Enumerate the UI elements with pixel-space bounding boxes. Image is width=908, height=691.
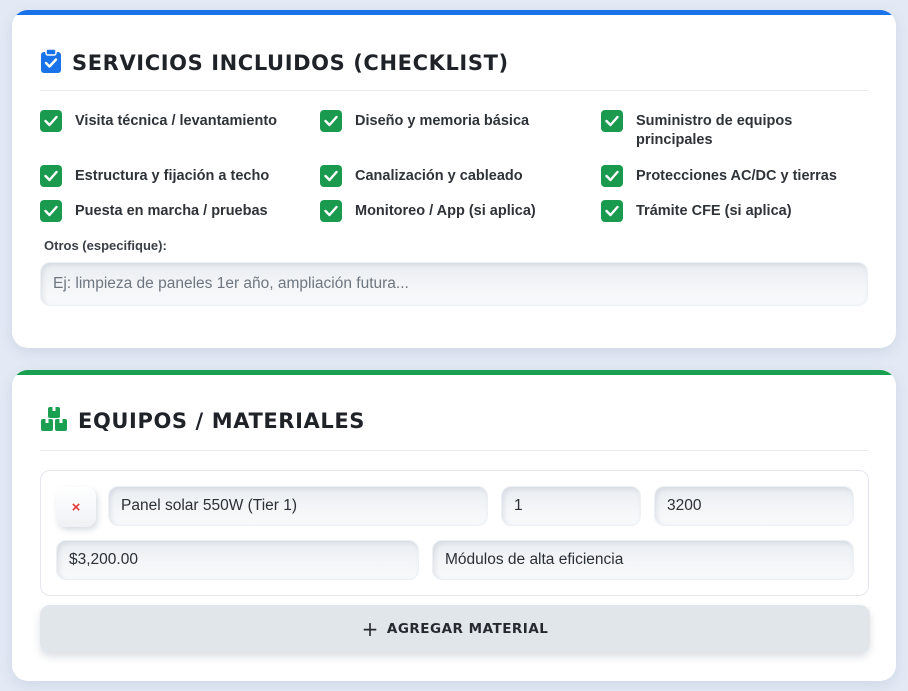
material-total-field[interactable]: $3,200.00 [56, 540, 419, 580]
service-label: Estructura y fijación a techo [75, 168, 270, 184]
checkbox-checked-icon[interactable] [320, 110, 342, 132]
material-quantity-input[interactable]: 1 [501, 486, 641, 526]
others-input[interactable]: Ej: limpieza de paneles 1er año, ampliac… [40, 262, 868, 306]
material-row: × Panel solar 550W (Tier 1) 1 3200 $3,20… [40, 470, 869, 596]
service-tramite-cfe[interactable]: Trámite CFE (si aplica) [601, 200, 861, 222]
checkbox-checked-icon[interactable] [320, 200, 342, 222]
material-notes-input[interactable]: Módulos de alta eficiencia [432, 540, 854, 580]
service-visita-tecnica[interactable]: Visita técnica / levantamiento [40, 110, 300, 132]
add-material-label: AGREGAR MATERIAL [386, 621, 549, 637]
checkbox-checked-icon[interactable] [601, 200, 623, 222]
checkbox-checked-icon[interactable] [601, 110, 623, 132]
service-protecciones[interactable]: Protecciones AC/DC y tierras [601, 165, 871, 187]
checkbox-checked-icon[interactable] [40, 200, 62, 222]
materials-header: EQUIPOS / MATERIALES [40, 402, 868, 451]
materials-card: EQUIPOS / MATERIALES × Panel solar 550W … [12, 370, 896, 681]
add-material-button[interactable]: + AGREGAR MATERIAL [40, 605, 870, 653]
clipboard-check-icon [40, 47, 62, 79]
checkbox-checked-icon[interactable] [40, 165, 62, 187]
service-canalizacion[interactable]: Canalización y cableado [320, 165, 580, 187]
service-label: Monitoreo / App (si aplica) [355, 203, 536, 219]
services-accent-bar [12, 10, 896, 15]
plus-icon: + [361, 617, 379, 641]
materials-title: EQUIPOS / MATERIALES [78, 409, 365, 433]
remove-material-button[interactable]: × [56, 487, 96, 527]
service-monitoreo[interactable]: Monitoreo / App (si aplica) [320, 200, 580, 222]
service-puesta-en-marcha[interactable]: Puesta en marcha / pruebas [40, 200, 300, 222]
checkbox-checked-icon[interactable] [40, 110, 62, 132]
service-label: Visita técnica / levantamiento [75, 113, 278, 129]
service-label: Protecciones AC/DC y tierras [636, 168, 837, 184]
service-label: Suministro de equipos principales [636, 113, 793, 148]
services-title: SERVICIOS INCLUIDOS (CHECKLIST) [72, 51, 509, 75]
materials-accent-bar [12, 370, 896, 375]
material-unit-price-input[interactable]: 3200 [654, 486, 854, 526]
service-label: Diseño y memoria básica [355, 113, 530, 129]
checkbox-checked-icon[interactable] [320, 165, 342, 187]
services-card: SERVICIOS INCLUIDOS (CHECKLIST) Visita t… [12, 10, 896, 348]
service-suministro[interactable]: Suministro de equipos principales [601, 110, 841, 150]
service-estructura[interactable]: Estructura y fijación a techo [40, 165, 300, 187]
service-label: Canalización y cableado [355, 168, 523, 184]
others-label: Otros (especifique): [44, 238, 167, 253]
checkbox-checked-icon[interactable] [601, 165, 623, 187]
boxes-icon [40, 406, 68, 437]
service-label: Puesta en marcha / pruebas [75, 203, 268, 219]
services-header: SERVICIOS INCLUIDOS (CHECKLIST) [40, 46, 868, 91]
service-label: Trámite CFE (si aplica) [636, 203, 792, 219]
service-diseno[interactable]: Diseño y memoria básica [320, 110, 580, 132]
material-description-input[interactable]: Panel solar 550W (Tier 1) [108, 486, 488, 526]
